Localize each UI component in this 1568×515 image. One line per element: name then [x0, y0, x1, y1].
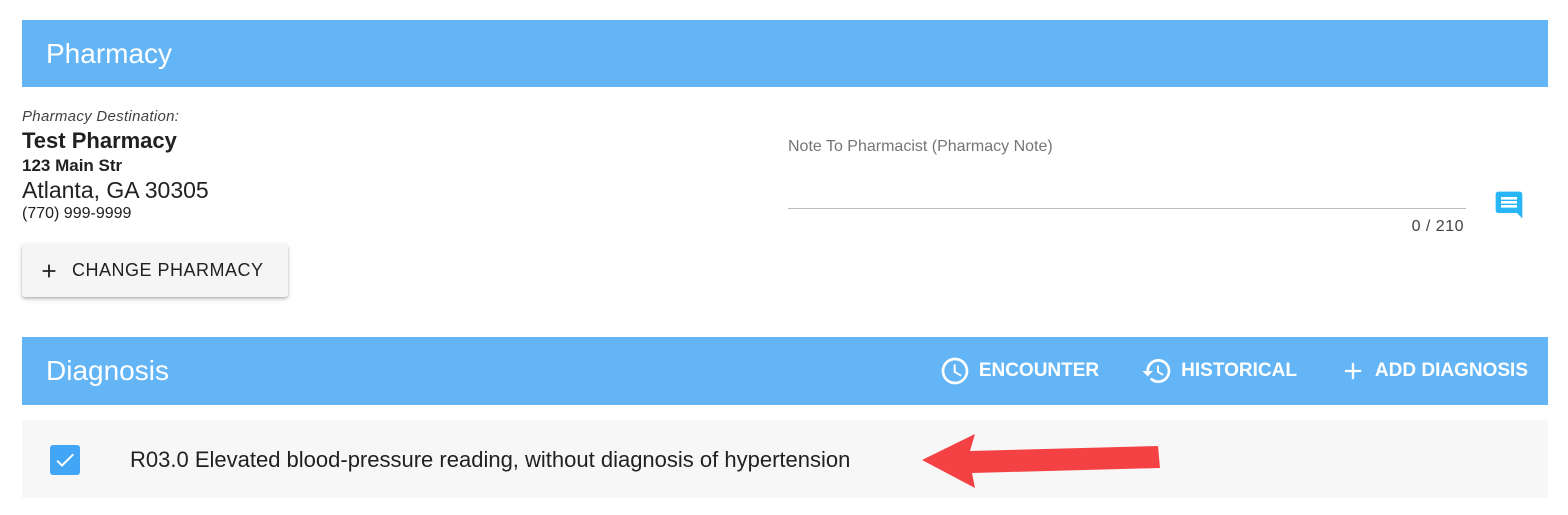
diagnosis-checkbox[interactable] — [50, 445, 80, 475]
pharmacy-destination: Pharmacy Destination: Test Pharmacy 123 … — [22, 108, 209, 223]
diagnosis-row: R03.0 Elevated blood-pressure reading, w… — [22, 420, 1548, 498]
historical-button[interactable]: HISTORICAL — [1141, 355, 1297, 387]
pharmacist-note-counter: 0 / 210 — [1411, 218, 1464, 235]
diagnosis-section-header: Diagnosis ENCOUNTER HISTORICAL ADD DIAGN… — [22, 337, 1548, 405]
diagnosis-section-title: Diagnosis — [46, 355, 169, 386]
page: Pharmacy Pharmacy Destination: Test Phar… — [0, 0, 1568, 515]
plus-icon — [1344, 362, 1362, 380]
comment-icon[interactable] — [1493, 189, 1525, 221]
clock-icon — [941, 357, 969, 385]
change-pharmacy-label: CHANGE PHARMACY — [72, 260, 264, 280]
pharmacist-note-label: Note To Pharmacist (Pharmacy Note) — [788, 138, 1053, 155]
pharmacy-name: Test Pharmacy — [22, 128, 177, 153]
history-icon — [1142, 359, 1171, 383]
diagnosis-text: R03.0 Elevated blood-pressure reading, w… — [130, 447, 851, 472]
encounter-button[interactable]: ENCOUNTER — [939, 355, 1099, 387]
historical-label: HISTORICAL — [1181, 360, 1297, 381]
pharmacy-section-title: Pharmacy — [46, 37, 173, 69]
annotation-arrow-icon — [922, 434, 1160, 488]
pharmacy-city-state-zip: Atlanta, GA 30305 — [22, 177, 209, 203]
change-pharmacy-button[interactable]: CHANGE PHARMACY — [22, 244, 288, 297]
diagnosis-actions: ENCOUNTER HISTORICAL ADD DIAGNOSIS — [897, 355, 1528, 387]
pharmacy-destination-label: Pharmacy Destination: — [22, 108, 180, 125]
add-diagnosis-button[interactable]: ADD DIAGNOSIS — [1339, 357, 1528, 385]
encounter-label: ENCOUNTER — [978, 360, 1100, 381]
pharmacist-note-field: Note To Pharmacist (Pharmacy Note) 0 / 2… — [788, 138, 1466, 235]
checkmark-icon — [56, 453, 74, 467]
pharmacy-section-header: Pharmacy — [22, 20, 1548, 87]
add-diagnosis-label: ADD DIAGNOSIS — [1374, 360, 1528, 381]
pharmacy-street: 123 Main Str — [22, 156, 123, 175]
pharmacy-phone: (770) 999-9999 — [22, 205, 132, 222]
plus-icon — [42, 264, 56, 277]
pharmacist-note-input[interactable] — [788, 176, 1466, 209]
